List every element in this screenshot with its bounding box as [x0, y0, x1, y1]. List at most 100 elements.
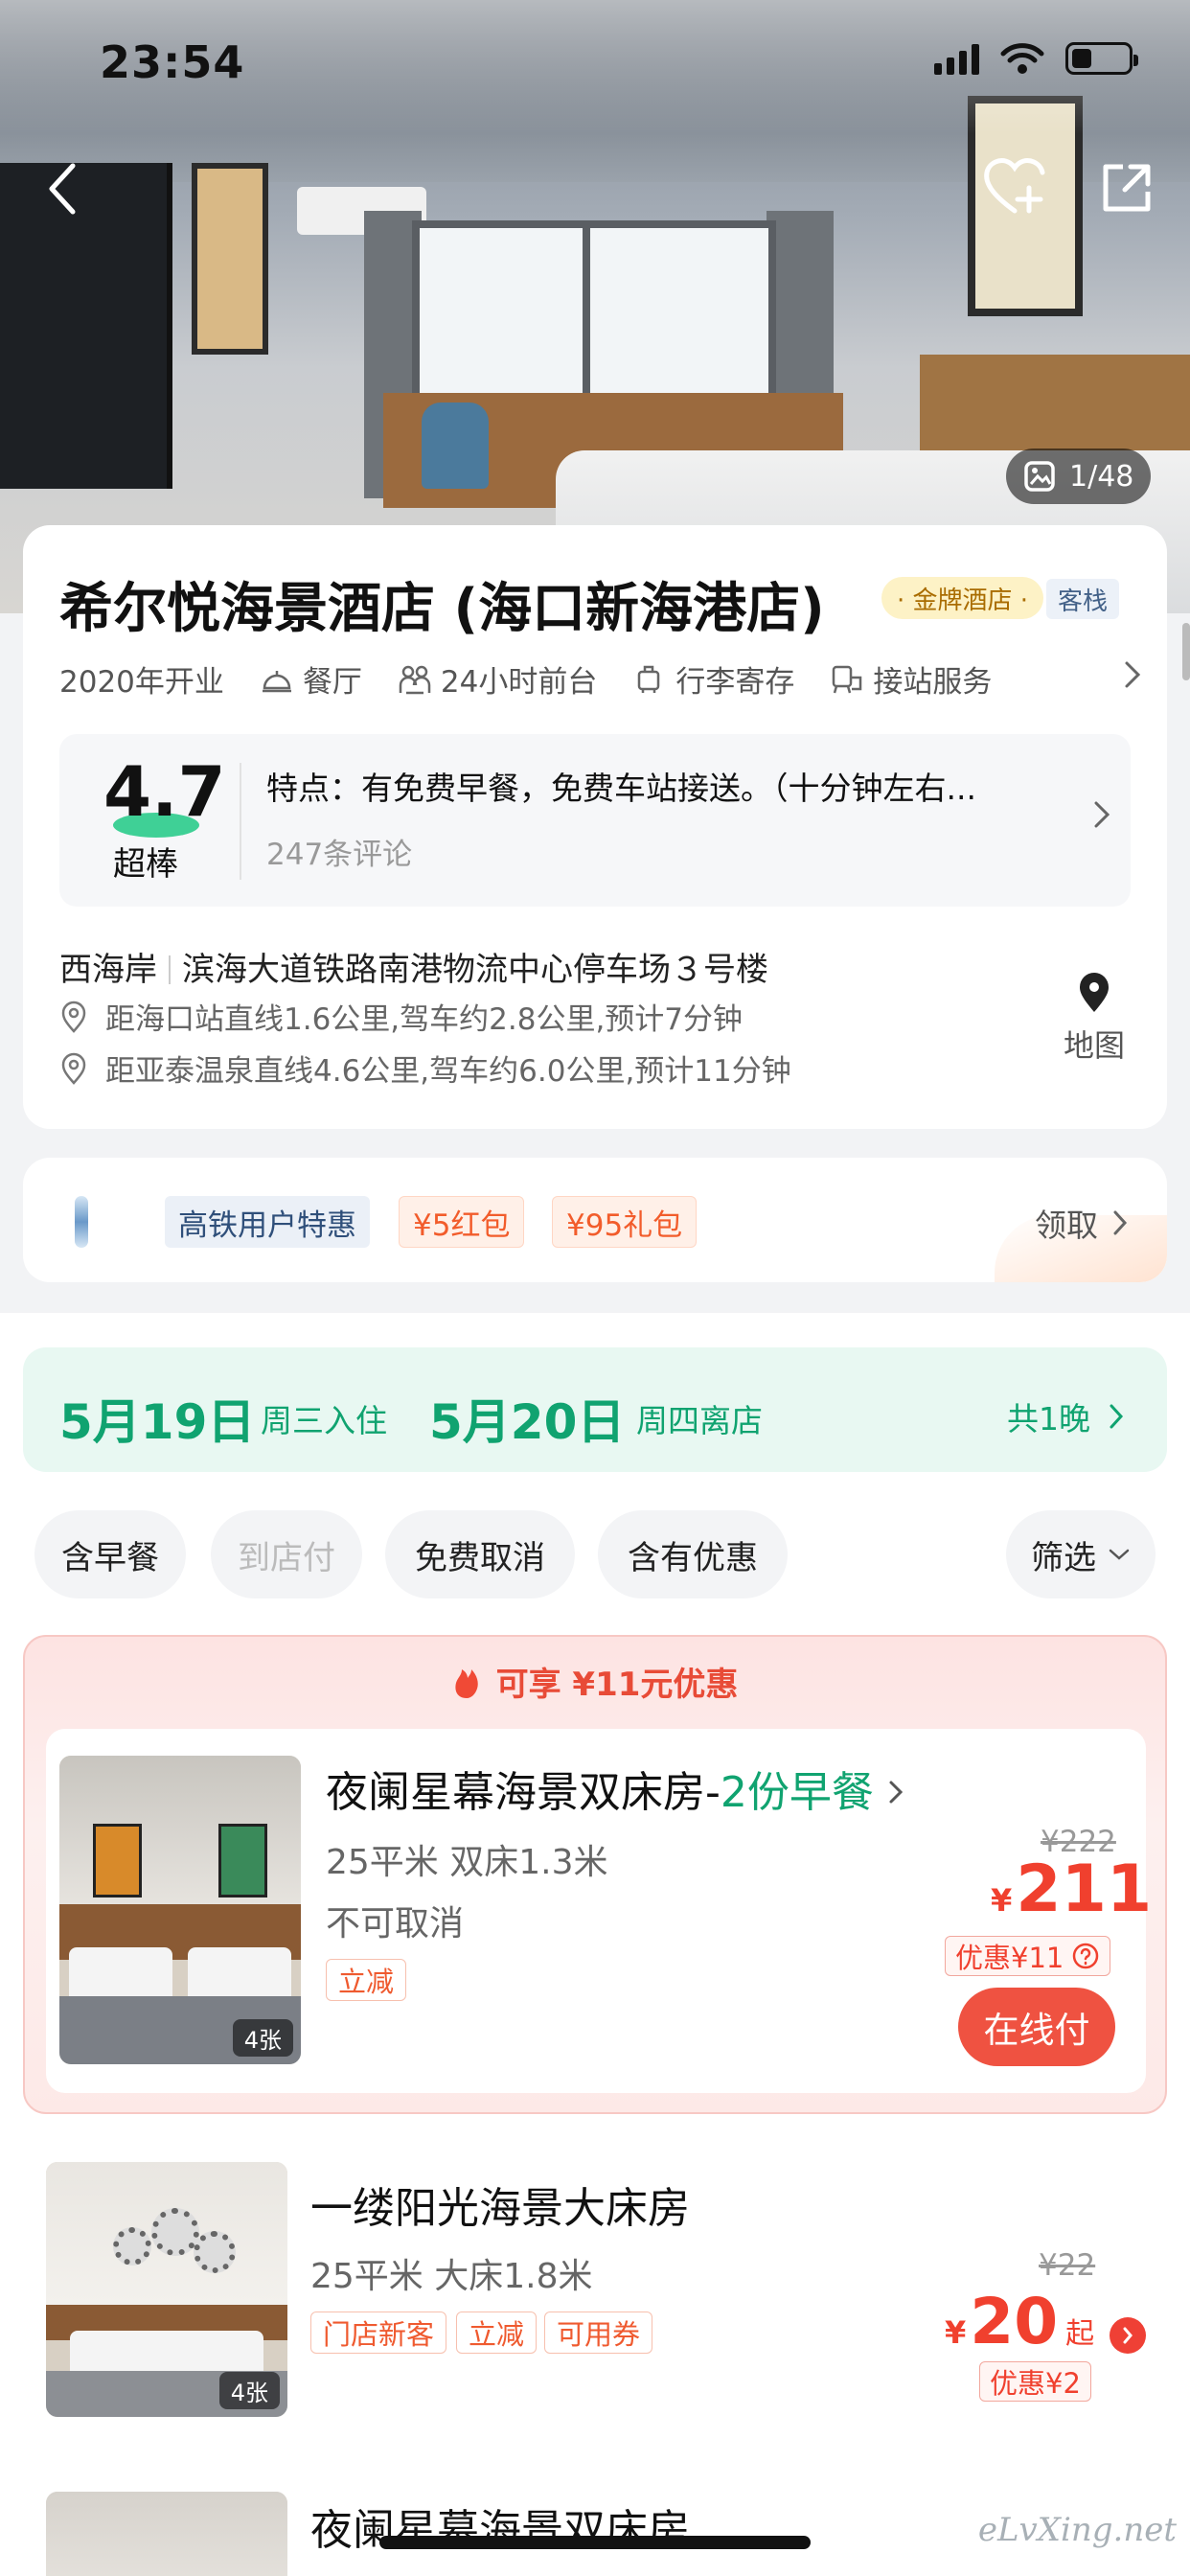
share-button[interactable]: [1098, 159, 1156, 217]
savings-text: 优惠¥11: [955, 1942, 1064, 1974]
rating-score: 4.7: [103, 751, 226, 832]
facility-pickup: 接站服务: [831, 657, 992, 701]
room-price: ¥20 起: [945, 2285, 1094, 2358]
room-photo[interactable]: 4张: [46, 2162, 287, 2417]
status-icons: [934, 42, 1138, 75]
back-button[interactable]: [36, 153, 88, 224]
home-indicator[interactable]: [379, 2536, 811, 2549]
signal-icon: [934, 42, 979, 75]
photo-counter[interactable]: 1/48: [1006, 448, 1152, 504]
nights-count: 共1晚: [1007, 1393, 1125, 1439]
checkin-date: 5月19日: [59, 1394, 256, 1450]
hotel-address[interactable]: 西海岸 滨海大道铁路南港物流中心停车场３号楼: [59, 943, 768, 990]
facility-label: 行李寄存: [675, 665, 795, 700]
room-detail-button[interactable]: [1110, 2317, 1146, 2354]
facility-label: 2020年开业: [59, 665, 224, 700]
distance-text: 距海口站直线1.6公里,驾车约2.8公里,预计7分钟: [105, 1002, 744, 1037]
battery-icon: [1065, 42, 1138, 75]
address-area: 西海岸: [59, 951, 157, 989]
fire-icon: [455, 1668, 478, 1698]
pay-online-button[interactable]: 在线付: [958, 1988, 1115, 2066]
filter-breakfast[interactable]: 含早餐: [34, 1510, 186, 1598]
watermark: eLvXing.net: [977, 2511, 1177, 2549]
distance-text: 距亚泰温泉直线4.6公里,驾车约6.0公里,预计11分钟: [105, 1054, 791, 1089]
luggage-icon: [638, 665, 660, 693]
feature-text: 特点：有免费早餐，免费车站接送。（十分钟左右...: [266, 770, 976, 807]
promo-card[interactable]: 高铁用户特惠 ¥5红包 ¥95礼包 领取: [23, 1158, 1167, 1282]
location-pin-icon: [61, 1052, 86, 1085]
divider: [240, 763, 241, 880]
room-item[interactable]: 4张 夜阑星幕海景双床房-2份早餐 25平米 双床1.3米 不可取消 立减 ¥2…: [46, 1729, 1152, 2093]
review-count: 247条评论: [266, 838, 413, 872]
savings-badge[interactable]: 优惠¥11: [945, 1936, 1111, 1976]
room-tag: 立减: [326, 1959, 407, 2001]
map-pin-icon: [1080, 973, 1109, 1012]
room-photo[interactable]: [46, 2492, 287, 2576]
photo-count-badge: 4张: [218, 2372, 280, 2409]
rating-summary[interactable]: 4.7 超棒 特点：有免费早餐，免费车站接送。（十分钟左右... 247条评论: [59, 734, 1131, 907]
facility-label: 24小时前台: [440, 665, 598, 700]
chevron-down-icon: [1109, 1549, 1130, 1560]
hero-photo[interactable]: [0, 0, 1190, 613]
hotel-name: 希尔悦海景酒店 (海口新海港店): [59, 578, 825, 640]
room-name[interactable]: 一缕阳光海景大床房: [310, 2174, 690, 2235]
filter-more[interactable]: 筛选: [1006, 1510, 1156, 1598]
photo-counter-text: 1/48: [1069, 459, 1134, 494]
pickup-icon: [833, 665, 862, 693]
facility-label: 接站服务: [873, 665, 993, 700]
room-item[interactable]: 4张 一缕阳光海景大床房 25平米 大床1.8米 门店新客 立减 可用券 ¥22…: [23, 2133, 1167, 2421]
chevron-right-icon: [1125, 661, 1141, 688]
back-arrow-icon: [49, 163, 76, 215]
room-tag: 可用券: [544, 2312, 653, 2354]
address-street: 滨海大道铁路南港物流中心停车场３号楼: [182, 951, 768, 989]
room-price: ¥211: [991, 1852, 1152, 1927]
reception-icon: [399, 665, 431, 694]
chevron-right-icon: [1123, 2327, 1133, 2344]
room-tag: 门店新客: [310, 2312, 447, 2354]
filter-free-cancel[interactable]: 免费取消: [385, 1510, 575, 1598]
filter-discount[interactable]: 含有优惠: [598, 1510, 788, 1598]
currency-symbol: ¥: [991, 1882, 1013, 1919]
checkout-date: 5月20日: [429, 1394, 626, 1450]
rating-label: 超棒: [113, 845, 178, 884]
price-value: 211: [1016, 1852, 1153, 1927]
savings-badge: 优惠¥2: [979, 2361, 1091, 2402]
facility-row[interactable]: 2020年开业 餐厅 24小时前台 行李寄存 接站服务: [59, 657, 1142, 701]
checkout-label: 周四离店: [636, 1402, 763, 1439]
photo-count-badge: 4张: [232, 2019, 293, 2057]
filter-pay-at-hotel[interactable]: 到店付: [211, 1510, 362, 1598]
claim-label: 领取: [1035, 1207, 1098, 1244]
facility-opened: 2020年开业: [59, 657, 224, 701]
heart-plus-icon: [984, 158, 1045, 214]
featured-room-card: 可享 ¥11元优惠 4张 夜阑星幕海景双床房-2份早餐 25平米 双床1.3米 …: [23, 1635, 1167, 2114]
gold-hotel-badge: · 金牌酒店 ·: [881, 577, 1044, 619]
favorite-button[interactable]: [981, 153, 1048, 220]
chevron-right-icon: [1110, 1404, 1124, 1429]
price-suffix: 起: [1065, 2317, 1095, 2351]
filter-more-label: 筛选: [1031, 1538, 1096, 1577]
facility-restaurant: 餐厅: [261, 657, 362, 701]
currency-symbol: ¥: [945, 2314, 967, 2351]
date-selector[interactable]: 5月19日 周三入住 5月20日 周四离店 共1晚: [23, 1347, 1167, 1472]
question-icon: [1073, 1943, 1099, 1969]
chevron-right-icon: [1094, 801, 1110, 828]
claim-button[interactable]: 领取: [1035, 1200, 1129, 1246]
wifi-icon: [1000, 43, 1044, 74]
promo-tag-gift: ¥95礼包: [552, 1196, 698, 1248]
room-photo[interactable]: 4张: [59, 1756, 301, 2064]
restaurant-icon: [262, 670, 291, 692]
original-price: ¥22: [1039, 2248, 1096, 2283]
filter-bar: 含早餐 到店付 免费取消 含有优惠 筛选: [34, 1510, 1156, 1598]
room-name[interactable]: 夜阑星幕海景双床房-2份早餐: [326, 1758, 904, 1819]
cancel-policy: 不可取消: [326, 1904, 465, 1944]
share-icon: [1103, 164, 1151, 212]
map-label: 地图: [1063, 1027, 1125, 1064]
scroll-indicator: [1182, 623, 1190, 680]
hotel-info-card: 希尔悦海景酒店 (海口新海港店) · 金牌酒店 · 客栈 2020年开业 餐厅 …: [23, 525, 1167, 1129]
nights-label: 共1晚: [1007, 1400, 1090, 1438]
distance-line: 距亚泰温泉直线4.6公里,驾车约6.0公里,预计11分钟: [59, 1046, 791, 1090]
gallery-icon: [1024, 461, 1055, 492]
room-spec: 25平米 大床1.8米: [310, 2257, 593, 2296]
train-icon: [75, 1196, 88, 1248]
map-button[interactable]: 地图: [1054, 972, 1134, 1066]
